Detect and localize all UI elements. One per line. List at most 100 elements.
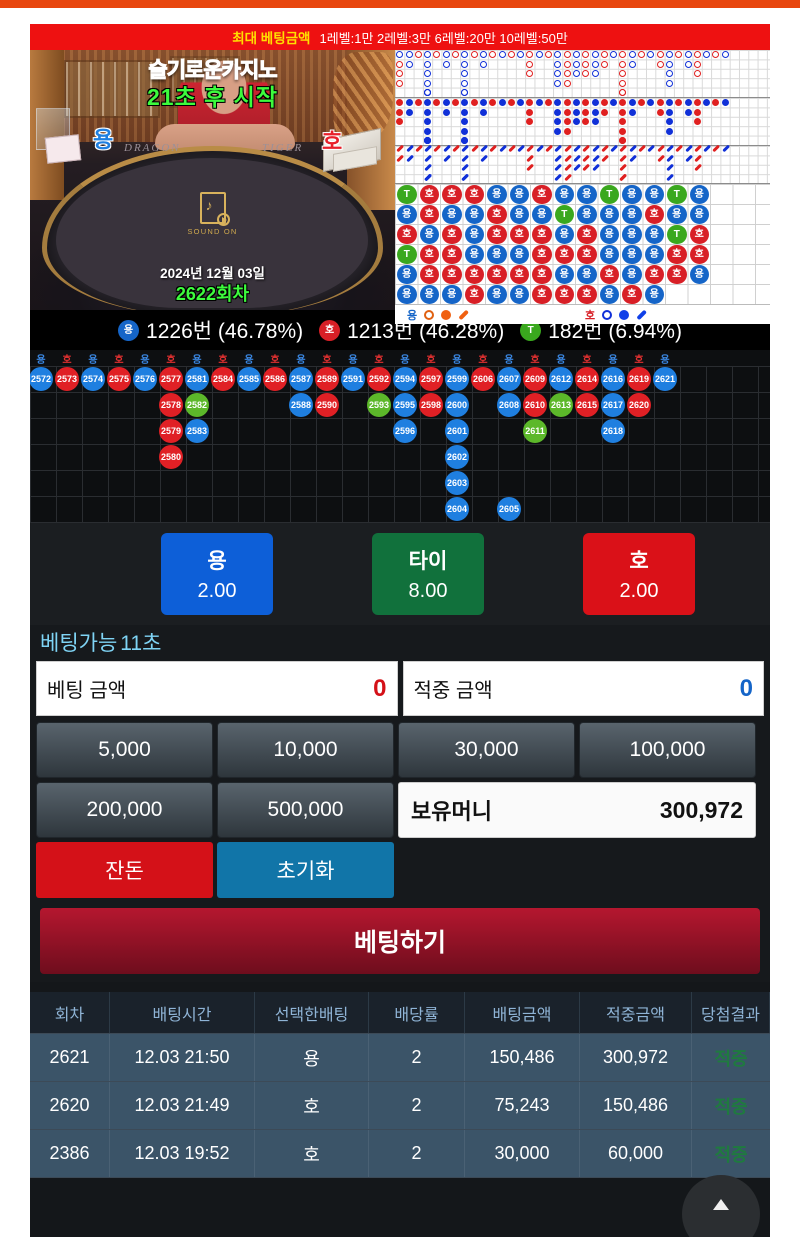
roads-panel[interactable]: T호호호용용호용용T용용T용용호용용호용용T용용용호용용호용호용호호호용호용용용… (395, 50, 770, 324)
legend-tiger-slash-icon (636, 309, 647, 320)
bead-cell: 호 (509, 224, 529, 244)
bead-cell: 용 (509, 244, 529, 264)
win-amount-field[interactable]: 적중 금액 0 (402, 661, 764, 716)
reset-button[interactable]: 초기화 (217, 842, 394, 898)
bead-cell: 용 (644, 184, 664, 204)
place-bet-button[interactable]: 베팅하기 (40, 908, 760, 974)
number-road-cell: 2576 (133, 367, 157, 391)
legend-dragon-group: 용 (407, 307, 575, 323)
number-road-cell: 2608 (497, 393, 521, 417)
road-mark (563, 108, 571, 116)
history-pick: 호 (255, 1082, 369, 1129)
betting-timer-seconds: 11초 (120, 632, 162, 655)
bead-cell: T (397, 184, 417, 204)
amount-button-5000[interactable]: 5,000 (36, 722, 213, 778)
game-round: 2622회차 (175, 284, 250, 304)
number-road-col-header: 호 (478, 355, 488, 366)
number-road-col-header: 용 (400, 355, 410, 366)
bead-cell: 호 (419, 204, 439, 224)
number-road-col-header: 용 (244, 355, 254, 366)
number-road-cell: 2605 (497, 497, 521, 521)
number-road-cell: 2618 (601, 419, 625, 443)
number-road-cell: 2614 (575, 367, 599, 391)
bead-cell: 용 (397, 204, 417, 224)
road-mark (479, 60, 487, 68)
number-road-cell: 2616 (601, 367, 625, 391)
number-road-cell: 2593 (367, 393, 391, 417)
road-mark (619, 79, 627, 87)
bead-cell: 호 (487, 224, 507, 244)
max-bet-label: 최대 베팅금액 (232, 31, 311, 46)
table-row[interactable]: 2621 12.03 21:50 용 2 150,486 300,972 적중 (30, 1034, 770, 1082)
bead-cell: 호 (532, 244, 552, 264)
bead-cell: 호 (464, 264, 484, 284)
history-pick: 용 (255, 1034, 369, 1081)
road-mark (665, 127, 673, 135)
amount-button-100000[interactable]: 100,000 (579, 722, 756, 778)
number-road-cell: 2583 (185, 419, 209, 443)
browser-top-accent-bar (0, 0, 800, 8)
bet-option-tie[interactable]: 타이 8.00 (372, 533, 484, 615)
bead-cell: 호 (464, 284, 484, 304)
road-mark (563, 79, 571, 87)
big-eye-road (395, 50, 770, 98)
bet-amount-field[interactable]: 베팅 금액 0 (36, 661, 398, 716)
history-result: 적중 (714, 1096, 748, 1117)
bead-cell: 용 (599, 204, 619, 224)
sound-on-control[interactable]: SOUND ON (30, 192, 395, 236)
bead-cell: 호 (667, 264, 687, 284)
bead-cell: 용 (577, 204, 597, 224)
number-road-col-header: 호 (582, 355, 592, 366)
bead-cell: 호 (419, 244, 439, 264)
number-road-cell: 2577 (159, 367, 183, 391)
number-road-col-header: 용 (192, 355, 202, 366)
history-odds: 2 (369, 1130, 465, 1177)
number-road-cell: 2612 (549, 367, 573, 391)
bet-option-dragon[interactable]: 용 2.00 (161, 533, 273, 615)
road-mark (684, 60, 692, 68)
road-mark (628, 60, 636, 68)
history-result: 적중 (714, 1144, 748, 1165)
number-road-cell: 2611 (523, 419, 547, 443)
number-road-col-header: 호 (114, 355, 124, 366)
cockroach-road (395, 144, 770, 184)
amount-button-500000[interactable]: 500,000 (217, 782, 394, 838)
number-road-cell: 2615 (575, 393, 599, 417)
bead-cell: 호 (667, 244, 687, 264)
amount-button-200000[interactable]: 200,000 (36, 782, 213, 838)
bead-cell: 용 (464, 204, 484, 224)
number-road-cell: 2598 (419, 393, 443, 417)
number-road-map[interactable]: 호용호용호용호용호용호용호용호용호용호용호용호용호용 2571257225732… (30, 350, 770, 523)
road-mark (600, 108, 608, 116)
history-round: 2620 (30, 1082, 110, 1129)
bead-cell: 호 (577, 244, 597, 264)
bet-option-tiger[interactable]: 호 2.00 (583, 533, 695, 615)
number-road-cell: 2599 (445, 367, 469, 391)
dragon-table-label: DRAGON (124, 142, 181, 154)
road-mark (424, 79, 432, 87)
betting-timer-label: 베팅가능 (40, 632, 118, 655)
table-row[interactable]: 2386 12.03 19:52 호 2 30,000 60,000 적중 (30, 1130, 770, 1178)
table-row[interactable]: 2620 12.03 21:49 호 2 75,243 150,486 적중 (30, 1082, 770, 1130)
live-video-stream[interactable]: 슬기로운카지노 21초 후 시작 용 호 DRAGON TIGER SOUND … (30, 50, 395, 310)
bead-cell: 용 (577, 184, 597, 204)
bead-cell: 호 (554, 244, 574, 264)
balance-button[interactable]: 잔돈 (36, 842, 213, 898)
amount-button-30000[interactable]: 30,000 (398, 722, 575, 778)
number-road-cell: 2582 (185, 393, 209, 417)
road-mark (600, 60, 608, 68)
number-road-col-header: 용 (660, 355, 670, 366)
road-mark (693, 108, 701, 116)
number-road-cell: 2574 (81, 367, 105, 391)
number-road-col-header: 호 (374, 355, 384, 366)
number-road-col-header: 용 (36, 355, 46, 366)
road-mark (582, 60, 590, 68)
amount-button-10000[interactable]: 10,000 (217, 722, 394, 778)
bead-cell: 용 (487, 184, 507, 204)
bead-cell: 용 (622, 204, 642, 224)
scroll-to-top-button[interactable] (682, 1175, 760, 1237)
max-bet-levels: 1레벨:1만 2레벨:3만 6레벨:20만 10레벨:50만 (319, 30, 568, 46)
history-win: 300,972 (580, 1034, 692, 1081)
bead-cell: 용 (644, 224, 664, 244)
history-odds: 2 (369, 1034, 465, 1081)
